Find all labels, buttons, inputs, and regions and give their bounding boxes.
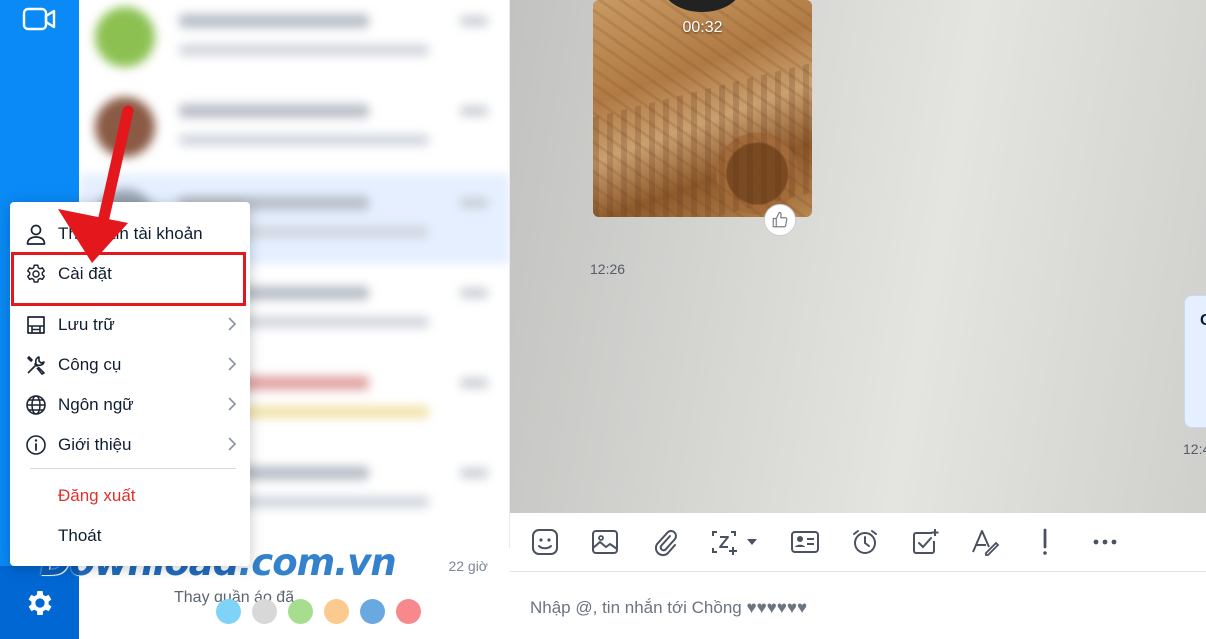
globe-icon: [26, 395, 46, 415]
menu-item-label: Thoát: [58, 526, 102, 545]
message-time: 12:26: [590, 261, 626, 277]
message-composer: [510, 572, 1206, 639]
menu-item-about[interactable]: Giới thiệu: [10, 424, 250, 464]
contact-card-icon[interactable]: [790, 527, 820, 557]
reaction-dot: [324, 599, 349, 624]
attachment-icon[interactable]: [650, 527, 680, 557]
chat-area: 00:32 12:26 C 12:4: [510, 0, 1206, 513]
composer-toolbar: [510, 513, 1206, 572]
chevron-right-icon: [228, 357, 237, 371]
like-button[interactable]: [764, 204, 796, 236]
message-text: C: [1200, 312, 1206, 329]
reaction-dots: [216, 599, 421, 624]
menu-item-language[interactable]: Ngôn ngữ: [10, 384, 250, 424]
menu-item-storage[interactable]: Lưu trữ: [10, 304, 250, 344]
conversation-item[interactable]: [79, 0, 509, 82]
message-input[interactable]: [530, 596, 1190, 620]
more-icon[interactable]: [1090, 527, 1120, 557]
gear-icon: [28, 590, 51, 615]
menu-item-tools[interactable]: Công cụ: [10, 344, 250, 384]
reaction-dot: [288, 599, 313, 624]
menu-item-label: Công cụ: [58, 355, 122, 374]
video-duration: 00:32: [682, 19, 723, 36]
menu-divider: [30, 468, 236, 469]
screenshot-icon[interactable]: [710, 527, 762, 557]
video-camera-icon[interactable]: [22, 4, 56, 34]
urgent-exclamation-icon[interactable]: [1030, 527, 1060, 557]
reaction-dot: [396, 599, 421, 624]
play-icon[interactable]: [663, 0, 741, 12]
red-arrow-annotation: [58, 105, 134, 263]
video-message[interactable]: 00:32: [593, 0, 812, 217]
reaction-dot: [360, 599, 385, 624]
reaction-dot: [252, 599, 277, 624]
menu-item-label: Lưu trữ: [58, 315, 115, 334]
reminder-clock-icon[interactable]: [850, 527, 880, 557]
menu-item-quit[interactable]: Thoát: [10, 515, 250, 555]
storage-icon: [27, 316, 45, 334]
chevron-right-icon: [228, 437, 237, 451]
text-format-icon[interactable]: [970, 527, 1000, 557]
menu-item-logout[interactable]: Đăng xuất: [10, 475, 250, 515]
chevron-right-icon: [228, 317, 237, 331]
task-check-icon[interactable]: [910, 527, 940, 557]
avatar: [95, 7, 155, 67]
thumbs-up-icon: [772, 211, 788, 228]
reaction-dot: [216, 599, 241, 624]
menu-item-label: Đăng xuất: [58, 486, 136, 505]
chevron-right-icon: [228, 397, 237, 411]
sticker-icon[interactable]: [530, 527, 560, 557]
conversation-time: 22 giờ: [448, 558, 488, 574]
message-time: 12:4: [1183, 441, 1206, 457]
tools-icon: [27, 356, 45, 375]
menu-item-label: Giới thiệu: [58, 435, 132, 454]
menu-item-label: Ngôn ngữ: [58, 395, 134, 414]
info-icon: [26, 435, 46, 455]
image-icon[interactable]: [590, 527, 620, 557]
